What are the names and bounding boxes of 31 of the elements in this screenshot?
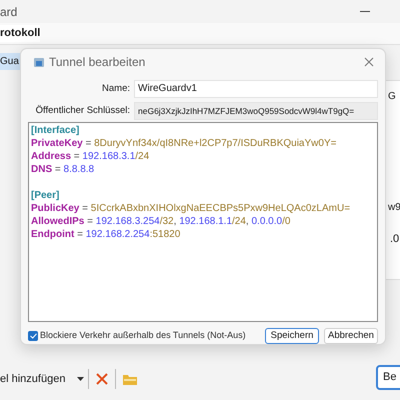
config-line: PrivateKey = 8DuryvYnf34x/qI8NRe+l2CP7p7/ISDuRBKQuiaYw0Y= <box>31 136 336 150</box>
config-line: [Peer] <box>31 188 60 202</box>
public-key-label: Öffentlicher Schlüssel: <box>34 104 131 118</box>
toolbar-button[interactable]: Be <box>376 365 400 390</box>
kill-switch-checkbox[interactable] <box>28 331 38 341</box>
name-label: Name: <box>101 82 131 96</box>
close-icon[interactable] <box>364 57 374 68</box>
name-field[interactable]: WireGuardv1 <box>134 80 378 98</box>
tab[interactable]: rotokoll <box>0 25 40 42</box>
config-line: [Interface] <box>31 124 80 137</box>
config-line: AllowedIPs = 192.168.3.254/32, 192.168.1.1/24, 0.0.0.0/0 <box>31 214 290 228</box>
public-key-field[interactable]: neG6j3XzjkJzIhH7MZFJEM3woQ959SodcvW9l4wT9gQ= <box>134 102 378 120</box>
dialog-button[interactable]: Speichern <box>265 328 319 344</box>
panel-text: .0. <box>390 232 400 247</box>
window-title: ard <box>0 4 18 20</box>
minimize-icon[interactable] <box>360 10 370 12</box>
config-line: DNS = 8.8.8.8 <box>31 162 94 176</box>
kill-switch-label: Blockiere Verkehr außerhalb des Tunnels (Not-Aus) <box>40 329 246 342</box>
panel-text: w9 <box>388 201 400 215</box>
tunnel-icon <box>33 56 45 68</box>
dialog-title: Tunnel bearbeiten <box>49 54 146 72</box>
caret-icon[interactable] <box>77 377 84 381</box>
config-editor[interactable] <box>28 122 378 322</box>
panel-text: G <box>388 90 396 104</box>
config-line: Address = 192.168.3.1/24 <box>31 150 150 163</box>
add-tunnel-label[interactable]: el hinzufügen <box>0 370 66 388</box>
config-line: Endpoint = 192.168.2.254:51820 <box>31 228 180 241</box>
dialog-button[interactable]: Abbrechen <box>324 328 378 344</box>
delete-icon[interactable] <box>96 373 108 385</box>
tunnel-list-item[interactable]: Gua <box>0 53 21 70</box>
config-line: PublicKey = 5ICcrkABxbnXIHOlxgNaEECBPs5Pxw9HeLQAc0zLAmU= <box>31 202 350 215</box>
